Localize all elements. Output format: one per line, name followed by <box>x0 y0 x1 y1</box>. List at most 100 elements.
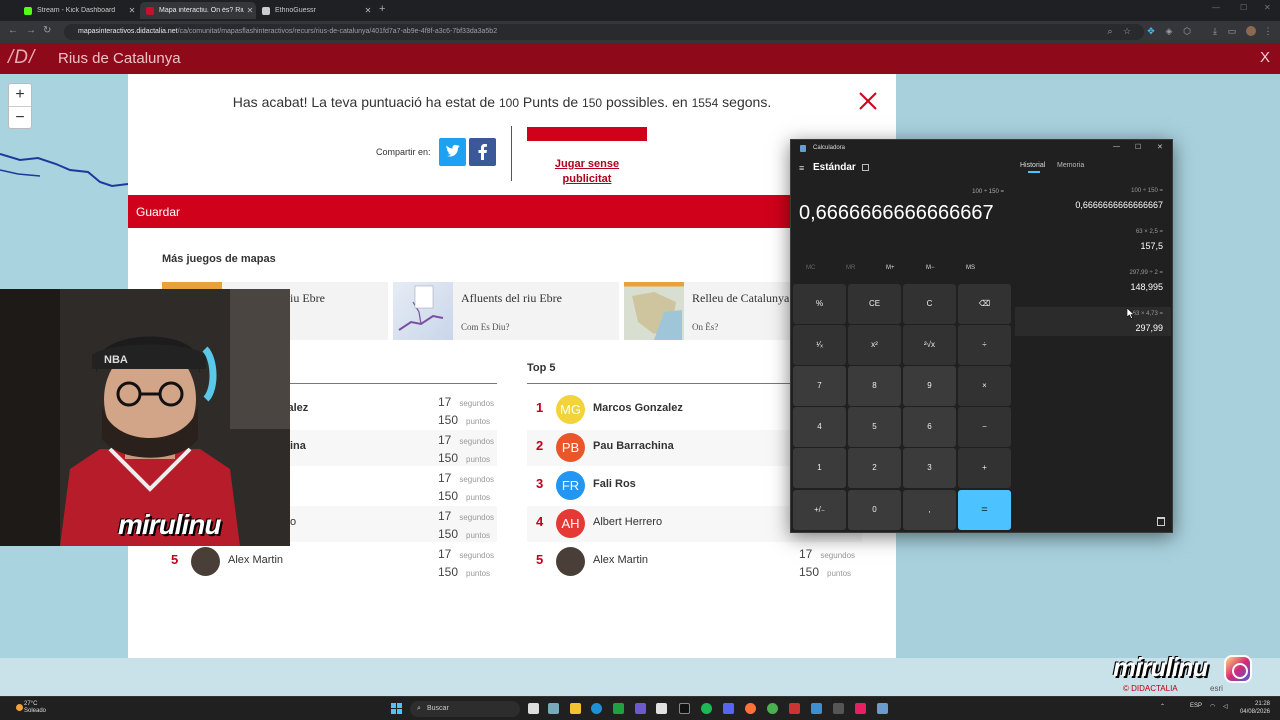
volume-icon[interactable]: ◁ <box>1223 703 1228 710</box>
widgets-icon[interactable] <box>548 703 559 714</box>
puzzle-icon[interactable]: ⬡ <box>1182 26 1192 36</box>
history-expression[interactable]: 100 ÷ 150 = <box>1131 188 1163 194</box>
taskbar-search[interactable]: Buscar <box>410 701 520 717</box>
square-key[interactable]: x² <box>848 325 901 365</box>
tab-mapa-interactiu[interactable]: Mapa interactiu. On és? Rius de ✕ <box>140 2 256 19</box>
xbox-icon[interactable] <box>613 703 624 714</box>
close-icon[interactable]: ✕ <box>1157 143 1163 151</box>
history-result[interactable]: 297,99 <box>1135 323 1163 333</box>
windows-start-icon[interactable] <box>391 703 402 714</box>
percent-key[interactable]: % <box>793 284 846 324</box>
close-icon[interactable] <box>857 90 879 112</box>
history-result[interactable]: 157,5 <box>1140 241 1163 251</box>
obs-icon[interactable] <box>833 703 844 714</box>
negate-key[interactable]: +/₋ <box>793 490 846 530</box>
digit-2-key[interactable]: 2 <box>848 448 901 488</box>
zoom-out-button[interactable]: − <box>9 107 31 129</box>
equals-key[interactable]: = <box>958 490 1011 530</box>
close-icon[interactable]: ✕ <box>126 6 138 15</box>
history-expression[interactable]: 297,99 ÷ 2 = <box>1130 270 1164 276</box>
language-indicator[interactable]: ESP <box>1190 703 1202 709</box>
extension-icon[interactable]: ✥ <box>1146 26 1156 36</box>
reciprocal-key[interactable]: ¹⁄ₓ <box>793 325 846 365</box>
spotify-icon[interactable] <box>701 703 712 714</box>
add-key[interactable]: + <box>958 448 1011 488</box>
multiply-key[interactable]: × <box>958 366 1011 406</box>
forward-icon[interactable]: → <box>26 25 36 36</box>
divide-key[interactable]: ÷ <box>958 325 1011 365</box>
subtract-key[interactable]: − <box>958 407 1011 447</box>
history-result[interactable]: 148,995 <box>1130 282 1163 292</box>
tray-chevron-icon[interactable]: ⌃ <box>1160 703 1165 710</box>
digit-4-key[interactable]: 4 <box>793 407 846 447</box>
new-tab-icon[interactable]: + <box>379 3 385 15</box>
discord-icon[interactable] <box>723 703 734 714</box>
url-field[interactable]: mapasinteractivos.didactalia.net/ca/comu… <box>64 24 1144 40</box>
trash-icon[interactable] <box>1157 517 1165 526</box>
ad-banner[interactable] <box>527 127 647 141</box>
reload-icon[interactable]: ↻ <box>43 25 51 36</box>
history-result[interactable]: 0,6666666666666667 <box>1075 200 1163 210</box>
facebook-button[interactable] <box>469 138 496 166</box>
profile-avatar[interactable] <box>1246 26 1256 36</box>
memory-recall-button[interactable]: MR <box>846 265 855 271</box>
clear-key[interactable]: C <box>903 284 956 324</box>
memory-clear-button[interactable]: MC <box>806 265 815 271</box>
maximize-icon[interactable]: ☐ <box>1240 3 1247 12</box>
keep-on-top-icon[interactable] <box>862 164 869 171</box>
game-card[interactable]: Afluents del riu Ebre Com Es Diu? <box>393 282 619 340</box>
history-expression[interactable]: 63 × 2,5 = <box>1136 229 1163 235</box>
tiktok-live-icon[interactable] <box>855 703 866 714</box>
digit-0-key[interactable]: 0 <box>848 490 901 530</box>
back-icon[interactable]: ← <box>8 25 18 36</box>
clear-entry-key[interactable]: CE <box>848 284 901 324</box>
sqrt-key[interactable]: ²√x <box>903 325 956 365</box>
hamburger-menu-icon[interactable]: ≡ <box>799 163 804 173</box>
backspace-key[interactable]: ⌫ <box>958 284 1011 324</box>
calculator-taskbar-icon[interactable] <box>877 703 888 714</box>
weather-widget[interactable]: 27°C Soleado <box>16 701 46 715</box>
app-icon[interactable] <box>789 703 800 714</box>
digit-1-key[interactable]: 1 <box>793 448 846 488</box>
zoom-in-button[interactable]: + <box>9 84 31 106</box>
digit-9-key[interactable]: 9 <box>903 366 956 406</box>
task-view-icon[interactable] <box>528 703 539 714</box>
decimal-key[interactable]: , <box>903 490 956 530</box>
edge-icon[interactable] <box>591 703 602 714</box>
digit-3-key[interactable]: 3 <box>903 448 956 488</box>
close-icon[interactable]: ✕ <box>244 6 256 15</box>
close-icon[interactable]: ✕ <box>362 6 374 15</box>
star-icon[interactable]: ☆ <box>1122 26 1132 36</box>
tab-ethnoguessr[interactable]: EthnoGuessr ✕ <box>256 2 374 19</box>
memory-add-button[interactable]: M+ <box>886 265 895 271</box>
wifi-icon[interactable]: ◠ <box>1210 703 1215 710</box>
digit-6-key[interactable]: 6 <box>903 407 956 447</box>
extension-icon[interactable]: ◈ <box>1164 26 1174 36</box>
sidepanel-icon[interactable]: ▭ <box>1227 26 1237 36</box>
chrome-icon[interactable] <box>767 703 778 714</box>
store-icon[interactable] <box>656 703 667 714</box>
history-expression[interactable]: 63 × 4,73 = <box>1133 311 1163 317</box>
digit-7-key[interactable]: 7 <box>793 366 846 406</box>
didactalia-logo[interactable]: /D/ <box>8 47 35 69</box>
minimize-icon[interactable]: — <box>1113 143 1120 150</box>
zoom-icon[interactable]: ⌕ <box>1105 26 1115 36</box>
menu-icon[interactable]: ⋮ <box>1263 26 1273 36</box>
memory-subtract-button[interactable]: M− <box>926 265 935 271</box>
close-window-icon[interactable]: ✕ <box>1264 3 1271 12</box>
tiktok-icon[interactable] <box>679 703 690 714</box>
digit-5-key[interactable]: 5 <box>848 407 901 447</box>
twitter-button[interactable] <box>439 138 466 166</box>
teams-icon[interactable] <box>635 703 646 714</box>
app-icon[interactable] <box>811 703 822 714</box>
firefox-icon[interactable] <box>745 703 756 714</box>
save-bar[interactable]: Guardar <box>128 195 896 228</box>
download-icon[interactable]: ⤓ <box>1210 26 1220 36</box>
taskbar-clock[interactable]: 21:28 04/08/2026 <box>1240 700 1270 716</box>
tab-kick-dashboard[interactable]: Stream - Kick Dashboard ✕ <box>18 2 138 19</box>
digit-8-key[interactable]: 8 <box>848 366 901 406</box>
play-adfree-link[interactable]: Jugar sense publicitat <box>527 157 647 187</box>
maximize-icon[interactable]: ☐ <box>1135 143 1141 151</box>
tab-historial[interactable]: Historial <box>1020 162 1045 169</box>
minimize-icon[interactable]: — <box>1212 3 1220 12</box>
